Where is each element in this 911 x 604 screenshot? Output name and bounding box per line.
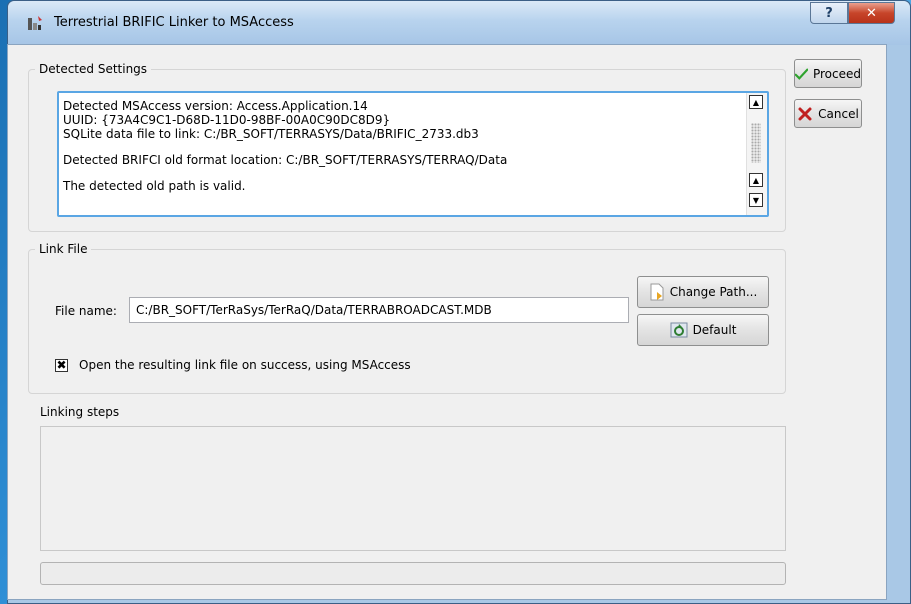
cancel-label: Cancel: [818, 106, 859, 121]
default-label: Default: [692, 323, 737, 337]
cancel-button[interactable]: Cancel: [794, 99, 862, 128]
settings-line: UUID: {73A4C9C1-D68D-11D0-98BF-00A0C90DC…: [63, 113, 391, 127]
linking-steps-label: Linking steps: [40, 405, 120, 419]
help-icon: ?: [825, 5, 833, 21]
cancel-x-icon: [798, 107, 812, 120]
scroll-up-icon[interactable]: ▲: [749, 95, 763, 109]
default-reset-icon: [670, 322, 688, 338]
settings-line: The detected old path is valid.: [63, 179, 246, 193]
open-link-file-label[interactable]: Open the resulting link file on success,…: [79, 358, 411, 372]
file-name-input[interactable]: [129, 297, 629, 323]
check-icon: [795, 68, 808, 80]
progress-bar: [40, 562, 786, 585]
close-icon: ✕: [866, 5, 877, 21]
scroll-grip[interactable]: [751, 123, 761, 163]
default-button[interactable]: Default: [637, 314, 769, 346]
detected-settings-text: Detected MSAccess version: Access.Applic…: [63, 99, 743, 193]
settings-line-blank: [63, 167, 743, 179]
settings-line: Detected MSAccess version: Access.Applic…: [63, 99, 368, 113]
help-button[interactable]: ?: [810, 2, 848, 24]
change-path-label: Change Path...: [669, 285, 758, 299]
close-button[interactable]: ✕: [848, 2, 895, 24]
proceed-button[interactable]: Proceed: [794, 59, 862, 88]
title-bar[interactable]: Terrestrial BRIFIC Linker to MSAccess ? …: [8, 1, 910, 45]
open-link-file-checkbox[interactable]: ✖: [55, 359, 68, 372]
settings-line: Detected BRIFCI old format location: C:/…: [63, 153, 508, 167]
settings-line-blank: [63, 141, 743, 153]
scroll-up-icon[interactable]: ▲: [749, 173, 763, 187]
window-title: Terrestrial BRIFIC Linker to MSAccess: [54, 15, 294, 30]
folder-arrow-icon: [650, 283, 664, 301]
detected-settings-legend: Detected Settings: [39, 62, 148, 76]
settings-scrollbar[interactable]: ▲ ▲ ▼: [746, 93, 767, 215]
file-name-label: File name:: [55, 304, 117, 318]
change-path-button[interactable]: Change Path...: [637, 276, 769, 308]
app-icon: [28, 16, 42, 30]
linking-steps-list[interactable]: [40, 426, 786, 551]
settings-line: SQLite data file to link: C:/BR_SOFT/TER…: [63, 127, 479, 141]
proceed-label: Proceed: [812, 66, 861, 81]
detected-settings-textbox[interactable]: Detected MSAccess version: Access.Applic…: [57, 91, 769, 217]
link-file-legend: Link File: [39, 242, 88, 256]
scroll-down-icon[interactable]: ▼: [749, 193, 763, 207]
